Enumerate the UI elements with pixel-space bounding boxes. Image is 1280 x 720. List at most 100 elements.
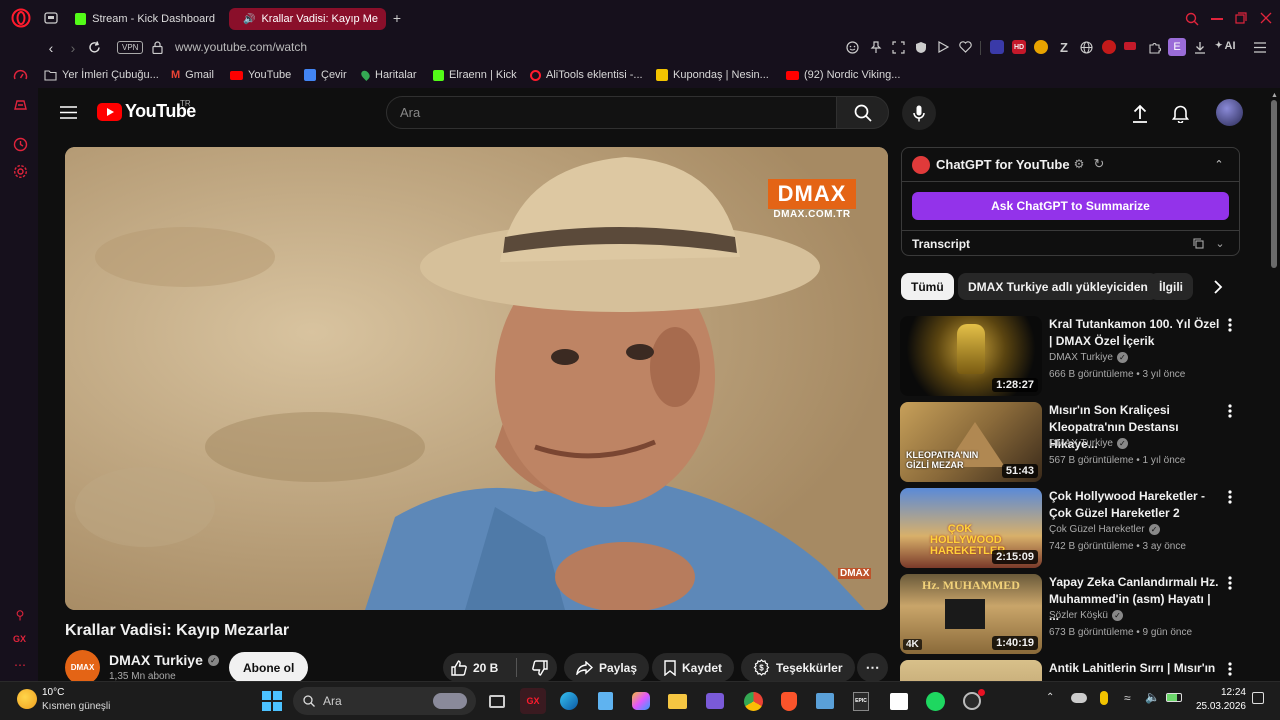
bookmark-folder[interactable]: Yer İmleri Çubuğu...: [44, 67, 159, 83]
summarize-button[interactable]: Ask ChatGPT to Summarize: [912, 192, 1229, 220]
snapshot-icon[interactable]: [891, 40, 905, 54]
transcript-label[interactable]: Transcript: [912, 237, 970, 251]
wifi-icon[interactable]: ≈: [1124, 691, 1131, 705]
extension-z-icon[interactable]: Z: [1057, 40, 1071, 55]
extensions-puzzle-icon[interactable]: [1147, 40, 1161, 54]
windows-start-icon[interactable]: [259, 688, 285, 714]
profile-e-button[interactable]: E: [1168, 38, 1186, 56]
history-icon[interactable]: [12, 136, 28, 152]
recommendation-item[interactable]: KLEOPATRA'NIN GİZLİ MEZAR 51:43 Mısır'ın…: [900, 402, 1245, 482]
video-thumbnail[interactable]: Hz. MUHAMMED 4K 1:40:19: [900, 574, 1042, 654]
chip-all[interactable]: Tümü: [901, 273, 954, 300]
bookmark-nordic-viking[interactable]: (92) Nordic Viking...: [786, 67, 900, 83]
recommendation-channel-row[interactable]: DMAX Turkiye ✓: [1049, 352, 1128, 363]
reload-icon[interactable]: [87, 40, 101, 54]
clock-time[interactable]: 12:24: [1196, 687, 1246, 698]
tab-overview-icon[interactable]: [44, 11, 58, 25]
restore-icon[interactable]: [1235, 12, 1247, 24]
chip-from-uploader[interactable]: DMAX Turkiye adlı yükleyiciden: [958, 273, 1158, 300]
extension-face-icon[interactable]: [1034, 40, 1048, 54]
more-actions-button[interactable]: ⋯: [857, 653, 888, 682]
recommendation-item[interactable]: 1:28:27 Kral Tutankamon 100. Yıl Özel | …: [900, 316, 1245, 396]
settings-gear-icon[interactable]: [12, 163, 28, 179]
pin-icon[interactable]: [869, 40, 883, 54]
notification-center-icon[interactable]: [1252, 692, 1264, 704]
opera-gx-taskbar-icon[interactable]: GX: [520, 688, 546, 714]
tab-youtube-video[interactable]: 🔊 Krallar Vadisi: Kayıp Me: [229, 8, 386, 30]
extension-search-red-icon[interactable]: [1102, 40, 1116, 54]
taskbar-search-box[interactable]: Ara: [293, 687, 476, 715]
clock-date[interactable]: 25.03.2026: [1186, 701, 1246, 712]
video-thumbnail[interactable]: 1:28:27: [900, 316, 1042, 396]
url-field[interactable]: www.youtube.com/watch: [175, 40, 307, 54]
search-button[interactable]: [836, 96, 889, 129]
weather-desc[interactable]: Kısmen güneşli: [42, 701, 110, 712]
vpn-badge[interactable]: VPN: [117, 41, 144, 54]
recommendation-item[interactable]: Antik Lahitlerin Sırrı | Mısır'ın: [900, 660, 1245, 681]
notepad-icon[interactable]: [592, 688, 618, 714]
video-player[interactable]: DMAX DMAX.COM.TR DMAX: [65, 147, 888, 610]
bookmark-maps[interactable]: Haritalar: [359, 67, 417, 83]
search-box[interactable]: Ara: [386, 96, 837, 129]
chrome-icon[interactable]: [740, 688, 766, 714]
transcript-expand-chevron-down-icon[interactable]: ⌄: [1214, 237, 1226, 250]
capcut-icon[interactable]: [812, 688, 838, 714]
pin-sidebar-icon[interactable]: ⚲: [13, 608, 27, 622]
spotify-icon[interactable]: [922, 688, 948, 714]
subscribe-button[interactable]: Abone ol: [229, 652, 309, 683]
kebab-menu-icon[interactable]: [1228, 490, 1238, 506]
kebab-menu-icon[interactable]: [1228, 576, 1238, 592]
epic-games-icon[interactable]: EPIC: [848, 688, 874, 714]
emoji-icon[interactable]: [845, 40, 859, 54]
bookmark-translate[interactable]: Çevir: [304, 67, 347, 83]
video-thumbnail[interactable]: ÇOK HOLLYWOOD HAREKETLER 2:15:09: [900, 488, 1042, 568]
recommendation-channel-row[interactable]: DMAX Turkiye ✓: [1049, 438, 1128, 449]
upload-button[interactable]: [1130, 103, 1150, 123]
battery-icon[interactable]: [1166, 693, 1182, 702]
chips-next-chevron-right-icon[interactable]: [1208, 277, 1228, 297]
notifications-button[interactable]: [1170, 103, 1190, 123]
gx-control-icon[interactable]: [12, 96, 28, 112]
file-explorer-icon[interactable]: [664, 688, 690, 714]
thanks-button[interactable]: $ Teşekkürler: [741, 653, 855, 682]
heart-icon[interactable]: [958, 40, 972, 54]
hamburger-menu-icon[interactable]: [59, 105, 77, 119]
photos-icon[interactable]: [702, 688, 728, 714]
share-button[interactable]: Paylaş: [564, 653, 650, 682]
more-options-icon[interactable]: ⋯: [14, 658, 27, 672]
kebab-menu-icon[interactable]: [1228, 662, 1238, 678]
download-icon[interactable]: [1193, 40, 1207, 54]
edge-icon[interactable]: [556, 688, 582, 714]
weather-sun-icon[interactable]: [17, 689, 37, 709]
chatgpt-settings-gear-icon[interactable]: ⚙: [1072, 157, 1086, 171]
chip-related[interactable]: İlgili: [1149, 273, 1193, 300]
brave-icon[interactable]: [776, 688, 802, 714]
recommendation-item[interactable]: Hz. MUHAMMED 4K 1:40:19 Yapay Zeka Canla…: [900, 574, 1245, 654]
voice-search-button[interactable]: [902, 96, 936, 130]
video-thumbnail[interactable]: KLEOPATRA'NIN GİZLİ MEZAR 51:43: [900, 402, 1042, 482]
dislike-button[interactable]: [522, 653, 557, 682]
copilot-icon[interactable]: [628, 688, 654, 714]
task-view-icon[interactable]: [484, 688, 510, 714]
kebab-menu-icon[interactable]: [1228, 318, 1238, 334]
bookmark-kick[interactable]: Elraenn | Kick: [433, 67, 517, 83]
weather-temp[interactable]: 10°C: [42, 687, 64, 698]
menu-icon[interactable]: [1253, 40, 1267, 54]
scrollbar-thumb[interactable]: [1271, 100, 1277, 268]
back-arrow-icon[interactable]: ‹: [44, 40, 58, 56]
onedrive-cloud-icon[interactable]: [1071, 693, 1087, 703]
chatgpt-refresh-icon[interactable]: ↻: [1092, 156, 1106, 171]
extension-hd-icon[interactable]: HD: [1012, 40, 1026, 54]
forward-arrow-icon[interactable]: ›: [66, 40, 80, 56]
globe-icon[interactable]: [1079, 40, 1093, 54]
speaker-icon[interactable]: 🔊: [243, 14, 255, 25]
speed-dial-icon[interactable]: [12, 68, 28, 84]
channel-name-row[interactable]: DMAX Turkiye ✓: [109, 652, 219, 668]
channel-avatar[interactable]: DMAX: [65, 650, 100, 685]
save-button[interactable]: Kaydet: [652, 653, 735, 682]
extension-camera-icon[interactable]: [990, 40, 1004, 54]
bookmark-gmail[interactable]: M Gmail: [171, 67, 214, 83]
scroll-up-arrow-icon[interactable]: ▲: [1271, 92, 1278, 99]
gx-label[interactable]: GX: [13, 634, 26, 644]
steam-icon[interactable]: [959, 688, 985, 714]
